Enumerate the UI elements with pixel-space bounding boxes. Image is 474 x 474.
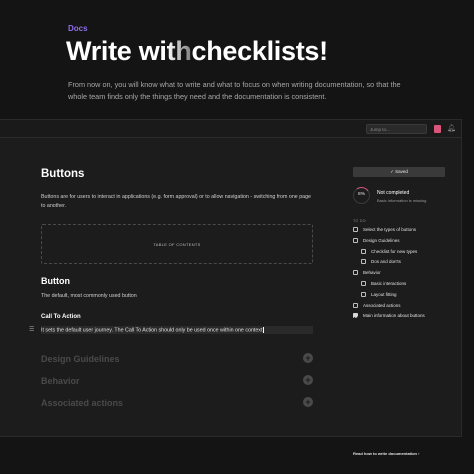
app-window: Jump to... 🔔︎ Buttons Buttons are for us… [0,119,462,456]
plus-icon[interactable]: + [303,375,313,385]
section-description: Buttons are for users to interact in app… [41,194,311,209]
docs-tag: Docs [68,24,88,33]
bell-icon[interactable]: 🔔︎ [447,124,456,132]
checklist-item-label: Select the types of buttons [363,227,417,232]
checklist-item-label: Main information about buttons [363,313,425,319]
checklist-item-label: Layout fitting [371,291,397,297]
checkbox[interactable] [353,302,358,308]
checkbox[interactable] [353,237,358,243]
plus-icon[interactable]: + [303,353,313,363]
cta-heading: Call To Action [41,314,81,320]
text-caret [263,327,265,333]
checklist-item[interactable]: Basic interactions [353,280,445,292]
checklist-item[interactable]: Design Guidelines [353,237,445,249]
status-subtitle: Basic information is missing [377,198,427,203]
checklist-item[interactable]: Main information about buttons [353,313,445,324]
checklist-item-label: Behavior [363,270,381,276]
read-how-link[interactable]: Read how to write documentation › [353,451,419,456]
collapsed-section-design-guidelines[interactable]: Design Guidelines + [41,352,313,366]
toc-label: TABLE OF CONTENTS [153,242,201,247]
saved-status: ✓ Saved [353,167,445,177]
page-title: Write withchecklists! [66,36,328,67]
cta-text: It sets the default user journey. The Ca… [41,327,263,334]
checklist-item-label: Associated actions [363,302,401,308]
checkbox[interactable] [353,227,358,232]
subsection-heading: Button [41,276,70,286]
checkbox[interactable] [361,248,366,254]
checklist-item[interactable]: Layout fitting [353,291,445,303]
checkbox[interactable] [353,313,358,319]
checklist-item[interactable]: Checklist for new types [353,248,445,260]
hero-description: From now on, you will know what to write… [68,80,401,101]
checkbox[interactable] [361,280,366,286]
todo-label: TO DO [353,219,366,223]
status-title: Not completed [377,190,410,196]
avatar[interactable] [434,125,441,133]
checklist-item-label: Checklist for new types [371,248,418,254]
subsection-description: The default, most commonly used button [41,293,137,299]
collapsed-section-associated-actions[interactable]: Associated actions + [41,396,313,410]
progress-ring: 8% [353,187,370,204]
hero-section: Docs Write withchecklists! From now on, … [0,0,474,118]
checkbox[interactable] [361,259,366,265]
checklist-item[interactable]: Select the types of buttons [353,227,445,238]
checkbox[interactable] [353,270,358,276]
title-rest: checklists! [191,36,329,66]
checklist-item-label: Dos and don'ts [371,259,401,265]
plus-icon[interactable]: + [303,397,313,407]
cta-text-field[interactable]: It sets the default user journey. The Ca… [41,326,313,334]
collapsed-section-label: Design Guidelines [41,354,120,364]
title-faded: th [166,36,192,66]
checklist-item-label: Basic interactions [371,280,407,286]
section-heading: Buttons [41,168,85,180]
collapsed-section-behavior[interactable]: Behavior + [41,374,313,388]
search-input[interactable]: Jump to... [366,124,427,134]
collapsed-section-label: Associated actions [41,398,124,408]
checklist: Select the types of buttons Design Guidel… [353,227,445,324]
drag-handle-icon[interactable]: ☰ [29,326,34,333]
top-bar: Jump to... 🔔︎ [0,120,461,138]
checkbox[interactable] [361,291,366,297]
checklist-item[interactable]: Associated actions [353,302,445,314]
checklist-item[interactable]: Dos and don'ts [353,259,445,270]
checklist-item[interactable]: Behavior [353,270,445,281]
title-bright: Write wi [66,36,167,66]
checklist-item-label: Design Guidelines [363,237,400,243]
collapsed-section-label: Behavior [41,376,80,386]
table-of-contents[interactable]: TABLE OF CONTENTS [41,224,313,264]
